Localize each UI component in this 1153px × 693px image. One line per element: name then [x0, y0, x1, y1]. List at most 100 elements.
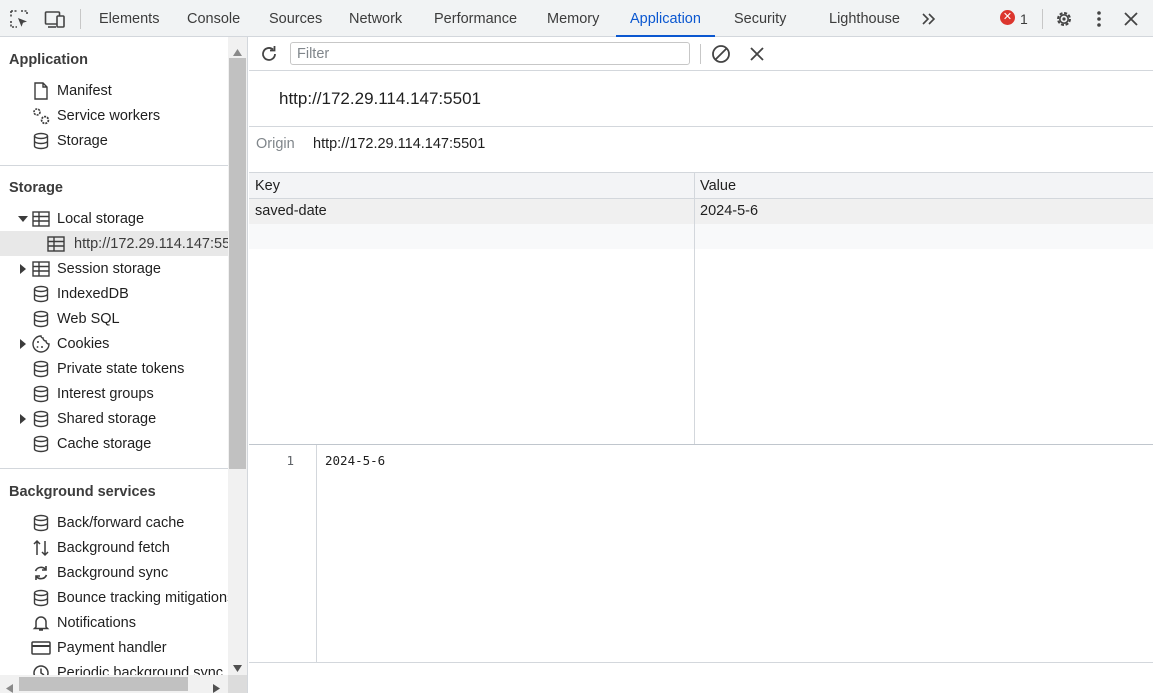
sidebar-item-label: Session storage [57, 260, 161, 277]
section-header-background-services: Background services [9, 484, 156, 500]
scroll-left-arrow-icon[interactable] [6, 680, 13, 693]
close-devtools-icon[interactable] [1120, 8, 1142, 30]
tab-performance[interactable]: Performance [434, 0, 517, 37]
refresh-icon[interactable] [258, 43, 280, 65]
sidebar-item-service-workers[interactable]: Service workers [0, 103, 228, 128]
column-header-key[interactable]: Key [255, 178, 280, 194]
sidebar-item-shared-storage[interactable]: Shared storage [0, 406, 228, 431]
tab-sources[interactable]: Sources [269, 0, 322, 37]
database-icon [31, 309, 51, 329]
cell-key[interactable]: saved-date [255, 203, 327, 219]
tab-security[interactable]: Security [734, 0, 786, 37]
error-badge-icon[interactable]: ✕ [1000, 10, 1015, 25]
sidebar-item-label: Private state tokens [57, 360, 185, 377]
sidebar-item-local-storage-origin[interactable]: http://172.29.114.147:5501 [0, 231, 228, 256]
sidebar-item-label: Web SQL [57, 310, 120, 327]
database-icon [31, 359, 51, 379]
column-header-value[interactable]: Value [700, 178, 736, 194]
caret-right-icon[interactable] [18, 263, 28, 274]
sidebar-item-label: Background fetch [57, 539, 170, 556]
sidebar-horizontal-scroll-thumb[interactable] [19, 677, 188, 691]
more-options-icon[interactable] [1088, 8, 1110, 30]
sidebar-item-label: Notifications [57, 614, 136, 631]
inspect-element-icon[interactable] [8, 8, 30, 30]
sidebar-item-local-storage[interactable]: Local storage [0, 206, 228, 231]
sync-icon [31, 563, 51, 583]
document-icon [31, 81, 51, 101]
sidebar-item-cookies[interactable]: Cookies [0, 331, 228, 356]
tab-console[interactable]: Console [187, 0, 240, 37]
sidebar-item-cache-storage[interactable]: Cache storage [0, 431, 228, 456]
error-count[interactable]: 1 [1020, 0, 1028, 37]
more-tabs-icon[interactable] [918, 8, 940, 30]
sidebar-item-bounce-tracking-mitigations[interactable]: Bounce tracking mitigations [0, 585, 228, 610]
tab-application[interactable]: Application [616, 0, 715, 37]
scroll-down-arrow-icon[interactable] [233, 659, 242, 675]
scroll-right-arrow-icon[interactable] [213, 680, 220, 693]
line-number: 1 [286, 453, 294, 468]
database-icon [31, 384, 51, 404]
sidebar-item-private-state-tokens[interactable]: Private state tokens [0, 356, 228, 381]
table-icon [31, 209, 51, 229]
sidebar-divider [0, 165, 228, 166]
tab-elements[interactable]: Elements [99, 0, 159, 37]
column-divider[interactable] [694, 173, 695, 444]
sidebar-item-indexeddb[interactable]: IndexedDB [0, 281, 228, 306]
sidebar-item-storage[interactable]: Storage [0, 128, 228, 153]
sidebar-item-manifest[interactable]: Manifest [0, 78, 228, 103]
value-preview-pane: 1 2024-5-6 [249, 445, 1153, 663]
clear-all-icon[interactable] [710, 43, 732, 65]
scroll-up-arrow-icon[interactable] [233, 43, 242, 59]
preview-content[interactable]: 2024-5-6 [325, 453, 385, 468]
application-sidebar: Application Manifest Service workers Sto… [0, 37, 248, 693]
database-icon [31, 409, 51, 429]
scrollbar-corner [228, 675, 247, 693]
sidebar-item-periodic-background-sync[interactable]: Periodic background sync [0, 660, 228, 675]
clock-icon [31, 663, 51, 675]
sidebar-item-background-sync[interactable]: Background sync [0, 560, 228, 585]
key-value-table: Key Value saved-date 2024-5-6 [249, 172, 1153, 445]
tab-network[interactable]: Network [349, 0, 402, 37]
cookie-icon [31, 334, 51, 354]
sidebar-item-label: Shared storage [57, 410, 157, 427]
tab-lighthouse[interactable]: Lighthouse [829, 0, 900, 37]
table-header: Key Value [249, 173, 1153, 199]
sidebar-item-label: Local storage [57, 210, 145, 227]
table-row[interactable]: saved-date 2024-5-6 [249, 199, 1153, 224]
toolbar-separator [1042, 9, 1043, 29]
sidebar-divider [0, 468, 228, 469]
origin-value: http://172.29.114.147:5501 [313, 136, 486, 152]
sidebar-item-web-sql[interactable]: Web SQL [0, 306, 228, 331]
database-icon [31, 284, 51, 304]
caret-down-icon[interactable] [18, 214, 28, 224]
table-row-empty[interactable] [249, 224, 1153, 249]
sidebar-item-label: Manifest [57, 82, 112, 99]
database-icon [31, 588, 51, 608]
settings-gear-icon[interactable] [1053, 8, 1075, 30]
credit-card-icon [31, 638, 51, 658]
sidebar-item-label: Bounce tracking mitigations [57, 589, 228, 606]
sidebar-item-back-forward-cache[interactable]: Back/forward cache [0, 510, 228, 535]
filter-input[interactable] [290, 42, 690, 65]
origin-divider [249, 126, 1153, 127]
sidebar-item-label: Storage [57, 132, 108, 149]
toolbar-separator [80, 9, 81, 29]
bell-icon [31, 613, 51, 633]
device-toolbar-icon[interactable] [44, 8, 66, 30]
cell-value[interactable]: 2024-5-6 [700, 203, 758, 219]
line-number-gutter: 1 [249, 445, 317, 662]
sidebar-item-interest-groups[interactable]: Interest groups [0, 381, 228, 406]
sidebar-item-payment-handler[interactable]: Payment handler [0, 635, 228, 660]
sidebar-item-notifications[interactable]: Notifications [0, 610, 228, 635]
sidebar-item-session-storage[interactable]: Session storage [0, 256, 228, 281]
tab-memory[interactable]: Memory [547, 0, 599, 37]
sidebar-item-background-fetch[interactable]: Background fetch [0, 535, 228, 560]
sidebar-item-label: Interest groups [57, 385, 154, 402]
caret-right-icon[interactable] [18, 338, 28, 349]
delete-selected-icon[interactable] [746, 43, 768, 65]
caret-right-icon[interactable] [18, 413, 28, 424]
sidebar-item-label: Cookies [57, 335, 110, 352]
sidebar-vertical-scroll-thumb[interactable] [229, 58, 246, 469]
database-icon [31, 434, 51, 454]
storage-origin-title: http://172.29.114.147:5501 [279, 89, 481, 108]
